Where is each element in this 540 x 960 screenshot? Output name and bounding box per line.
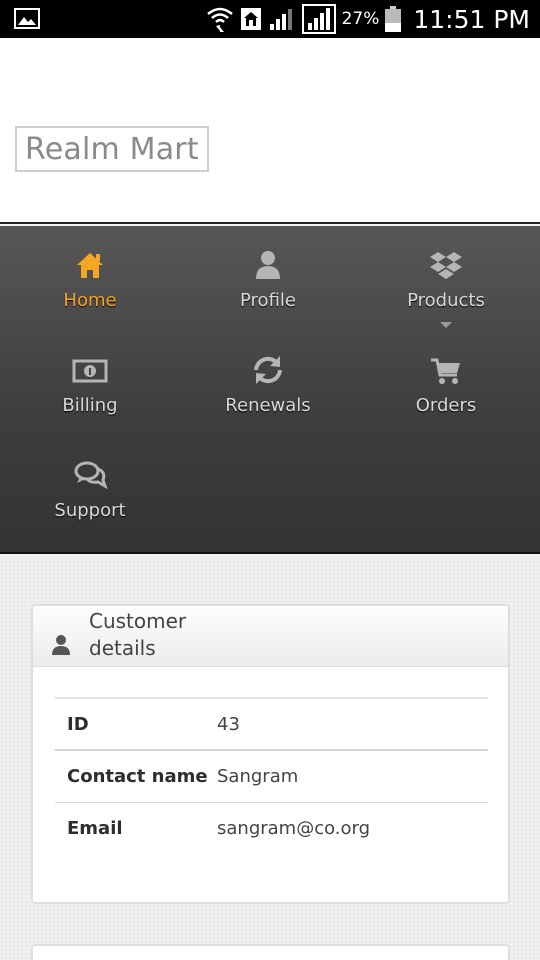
menu-item-renewals[interactable]: Renewals [178,331,358,436]
table-row: ID 43 [55,698,488,750]
table-row: Contact name Sangram [55,750,488,802]
battery-icon [385,6,402,32]
status-bar: 27% 11:51 PM [0,0,540,38]
menu-label: Support [54,500,126,521]
user-icon [256,251,280,279]
menu-item-home[interactable]: Home [0,226,180,331]
main-menu: Home Profile Products Billing Renewals O… [0,226,540,554]
menu-label: Profile [240,290,296,311]
menu-item-orders[interactable]: Orders [356,331,536,436]
menu-item-support[interactable]: Support [0,436,180,541]
field-value: Sangram [217,765,299,787]
menu-label: Billing [62,395,118,416]
menu-item-products[interactable]: Products [356,226,536,331]
chat-icon [74,461,108,490]
field-label: Email [67,817,123,839]
menu-item-profile[interactable]: Profile [178,226,358,331]
app-header: Realm Mart [0,38,540,224]
chevron-down-icon [440,322,452,328]
wifi-icon [206,7,233,32]
logo[interactable]: Realm Mart [15,126,209,172]
menu-label: Orders [415,395,477,416]
money-icon [72,359,108,383]
menu-item-billing[interactable]: Billing [0,331,180,436]
details-table: ID 43 Contact name Sangram Email sangram… [55,697,488,854]
content-area: Customer details ID 43 Contact name Sang… [0,556,540,960]
table-row: Email sangram@co.org [55,802,488,854]
panel-title: Customer details [89,609,187,660]
battery-percent: 27% [341,9,380,29]
field-value: 43 [217,713,240,735]
gallery-icon [14,8,40,29]
home-icon [77,253,103,278]
home-icon [240,8,261,30]
logo-text: Realm Mart [25,131,199,167]
refresh-icon [254,356,282,384]
field-label: Contact name [67,765,208,787]
user-icon [52,635,70,655]
signal-icon [269,9,292,30]
cart-icon [431,358,460,384]
customer-details-panel: Customer details ID 43 Contact name Sang… [31,604,510,904]
field-value: sangram@co.org [217,817,371,839]
menu-label: Products [407,290,485,311]
menu-label: Renewals [225,395,311,416]
panel-header: Customer details [33,606,508,667]
dropbox-icon [430,252,462,279]
menu-label: Home [63,290,117,311]
next-panel [31,944,510,960]
field-label: ID [67,713,89,735]
clock: 11:51 PM [413,4,530,34]
signal-icon [301,4,336,34]
